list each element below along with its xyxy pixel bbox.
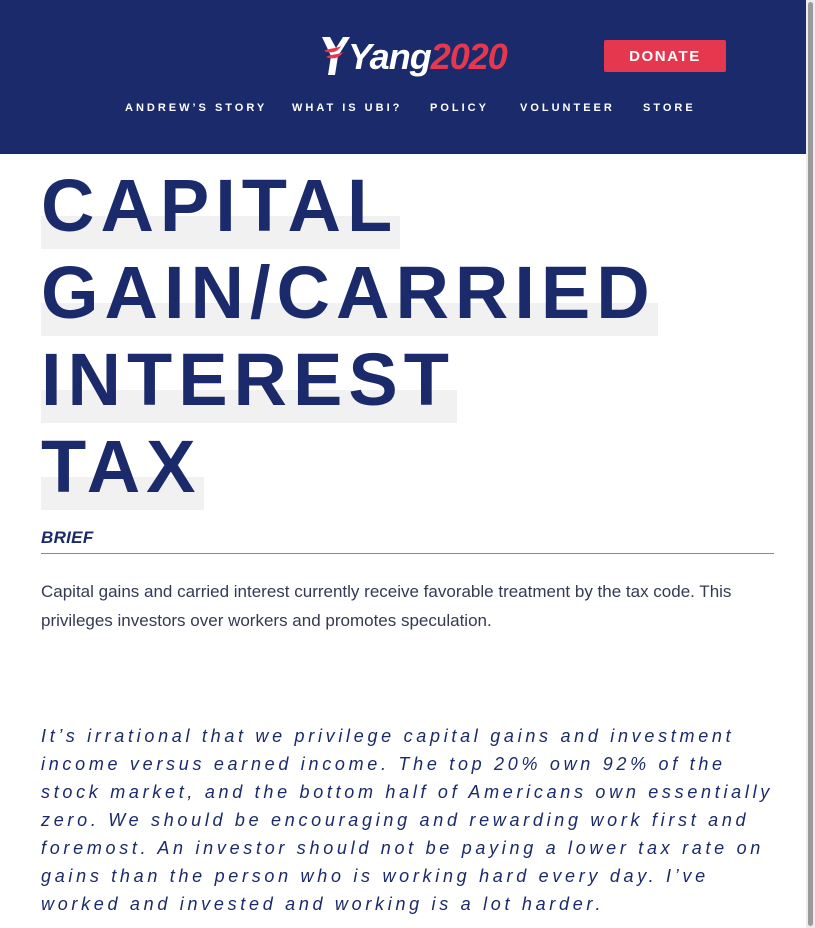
brief-divider <box>41 553 774 554</box>
candidate-quote: It’s irrational that we privilege capita… <box>41 726 773 914</box>
nav-store[interactable]: STORE <box>643 100 696 116</box>
page-title: CAPITAL GAIN/CARRIED INTEREST TAX <box>41 162 801 510</box>
nav-volunteer[interactable]: VOLUNTEER <box>520 100 615 116</box>
brief-heading: BRIEF <box>41 528 94 547</box>
logo-wordmark: Yang2020 <box>348 35 508 79</box>
yang2020-logo[interactable]: Yang2020 <box>318 34 508 80</box>
donate-button[interactable]: DONATE <box>604 40 726 72</box>
logo-yang-text: Yang <box>348 36 432 77</box>
scrollbar-thumb[interactable] <box>808 2 813 926</box>
nav-policy[interactable]: POLICY <box>430 100 489 116</box>
logo-year-text: 2020 <box>430 36 508 77</box>
main-nav: ANDREW’S STORY WHAT IS UBI? POLICY VOLUN… <box>0 100 815 116</box>
title-line: INTEREST <box>41 336 457 423</box>
title-line: CAPITAL <box>41 162 401 249</box>
vertical-scrollbar[interactable] <box>806 0 815 928</box>
site-header: Yang2020 DONATE ANDREW’S STORY WHAT IS U… <box>0 0 815 154</box>
nav-what-is-ubi[interactable]: WHAT IS UBI? <box>292 100 402 116</box>
title-line: GAIN/CARRIED <box>41 249 658 336</box>
policy-summary: Capital gains and carried interest curre… <box>41 582 732 630</box>
title-line: TAX <box>41 423 204 510</box>
yang-logo-icon <box>322 37 350 75</box>
nav-andrews-story[interactable]: ANDREW’S STORY <box>125 100 267 116</box>
